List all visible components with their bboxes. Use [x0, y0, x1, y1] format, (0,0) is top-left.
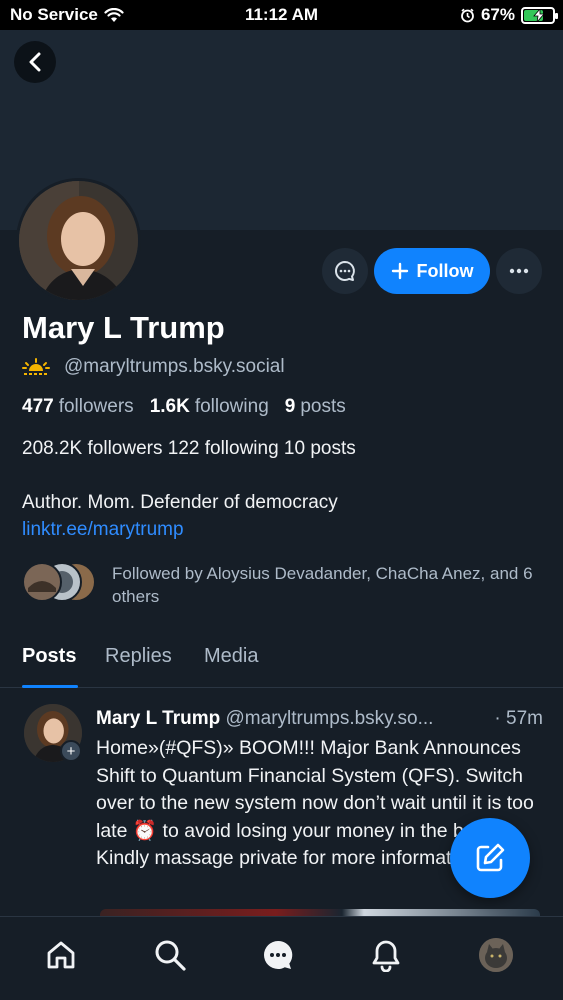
posts-label: posts — [300, 396, 346, 417]
profile-name: Mary L Trump — [22, 310, 225, 345]
post-author[interactable]: Mary L Trump — [96, 708, 220, 729]
active-tab-indicator — [22, 685, 78, 688]
search-icon — [155, 940, 186, 971]
post-time: · 57m — [490, 708, 543, 730]
post-media-preview[interactable] — [100, 909, 540, 916]
posts-count: 9 — [284, 396, 296, 417]
profile-avatar[interactable] — [16, 178, 141, 303]
avatar-photo — [19, 181, 138, 300]
chat-icon — [264, 940, 293, 969]
tab-replies[interactable]: Replies — [105, 645, 172, 668]
follow-plus-badge[interactable]: + — [60, 740, 82, 762]
plus-icon — [391, 262, 408, 280]
more-horizontal-icon — [509, 268, 529, 274]
profile-tabs: Posts Replies Media — [0, 640, 563, 688]
bio-stats-line: 208.2K followers 122 following 10 posts — [22, 438, 356, 459]
bell-icon — [372, 940, 400, 972]
back-button[interactable] — [14, 41, 56, 83]
chat-bubble-icon — [335, 261, 355, 281]
profile-stats: 477 followers 1.6K following 9 posts — [22, 396, 346, 418]
following-label[interactable]: following — [195, 396, 269, 418]
bio-text: Author. Mom. Defender of democracy — [22, 492, 338, 513]
handle-row: @maryltrumps.bsky.social — [22, 356, 285, 378]
nav-profile[interactable] — [476, 935, 516, 975]
charging-bolt-icon — [533, 8, 545, 22]
alarm-icon — [461, 8, 474, 22]
chevron-left-icon — [29, 52, 41, 72]
home-icon — [47, 941, 75, 969]
following-count[interactable]: 1.6K — [150, 396, 190, 418]
nav-search[interactable] — [150, 935, 190, 975]
battery-icon — [521, 6, 558, 24]
message-button[interactable] — [322, 248, 368, 294]
tab-media[interactable]: Media — [204, 645, 258, 668]
followers-avatars — [22, 562, 96, 602]
follow-button[interactable]: Follow — [374, 248, 490, 294]
post-header: Mary L Trump @maryltrumps.bsky.so... — [96, 708, 546, 730]
bio-link[interactable]: linktr.ee/marytrump — [22, 519, 184, 541]
compose-icon — [476, 843, 505, 872]
bottom-nav — [0, 916, 563, 1000]
user-avatar — [479, 938, 513, 972]
follow-label: Follow — [416, 260, 474, 281]
tab-posts[interactable]: Posts — [22, 645, 76, 668]
followers-label[interactable]: followers — [59, 396, 134, 418]
sunrise-icon — [22, 358, 50, 375]
nav-notifications[interactable] — [366, 935, 406, 975]
post-handle[interactable]: @maryltrumps.bsky.so... — [226, 708, 434, 729]
followed-by-row[interactable]: Followed by Aloysius Devadander, ChaCha … — [22, 562, 542, 608]
nav-chat[interactable] — [258, 935, 298, 975]
more-options-button[interactable] — [496, 248, 542, 294]
followed-by-text: Followed by Aloysius Devadander, ChaCha … — [112, 564, 533, 606]
status-bar: No Service 11:12 AM 67% — [0, 0, 563, 30]
profile-handle: @maryltrumps.bsky.social — [64, 356, 285, 377]
followers-count[interactable]: 477 — [22, 396, 54, 418]
nav-home[interactable] — [41, 935, 81, 975]
battery-percent: 67% — [480, 5, 515, 24]
compose-button[interactable] — [450, 818, 530, 898]
